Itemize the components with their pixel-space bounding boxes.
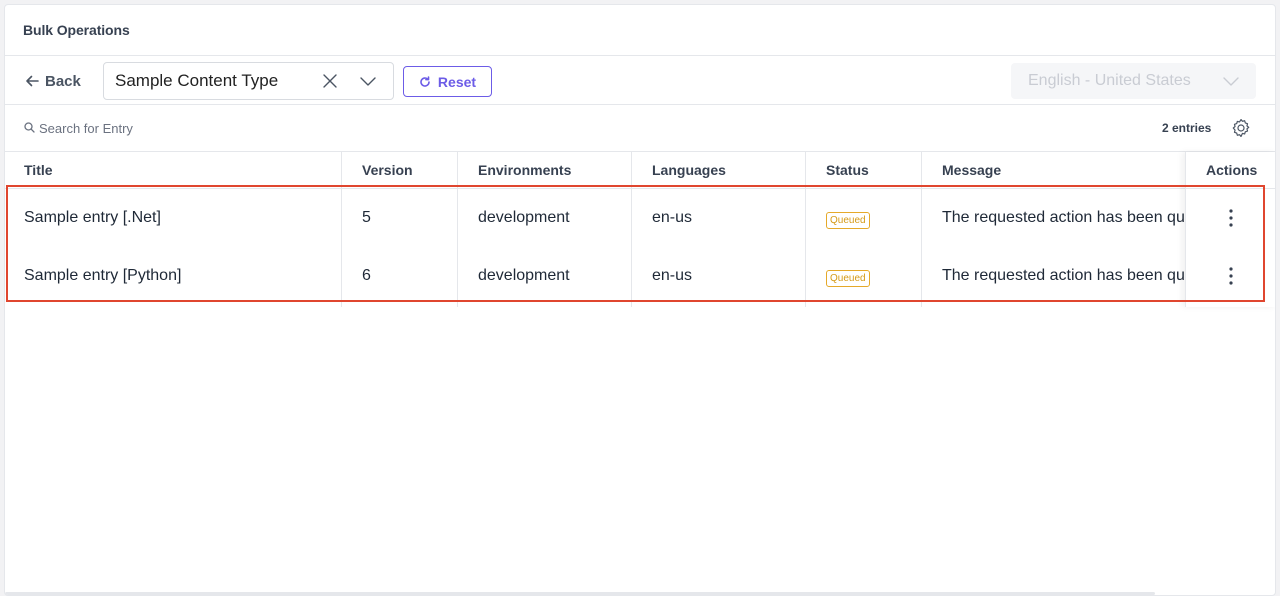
cell-title: Sample entry [.Net]	[24, 209, 161, 226]
column-header-title[interactable]: Title	[24, 152, 53, 188]
page-title: Bulk Operations	[23, 22, 130, 38]
table-row[interactable]: Sample entry [.Net] 5 development en-us …	[5, 189, 1275, 247]
cell-version: 6	[362, 267, 371, 284]
search-icon	[24, 122, 35, 133]
column-header-version[interactable]: Version	[362, 152, 413, 188]
language-value: English - United States	[1028, 72, 1191, 89]
chevron-down-icon[interactable]	[359, 72, 377, 90]
cell-title: Sample entry [Python]	[24, 267, 182, 284]
column-header-actions: Actions	[1206, 162, 1258, 178]
cell-environments: development	[478, 209, 570, 226]
content-type-select[interactable]: Sample Content Type	[103, 62, 394, 100]
gear-icon[interactable]	[1230, 117, 1252, 139]
reset-button-label: Reset	[437, 73, 477, 90]
table-header: Title Version Environments Languages Sta…	[5, 152, 1275, 189]
cell-languages: en-us	[652, 209, 693, 226]
more-vertical-icon[interactable]	[1221, 264, 1241, 288]
panel-header: Bulk Operations	[5, 5, 1275, 56]
column-header-message[interactable]: Message	[942, 152, 1001, 188]
content-type-value: Sample Content Type	[115, 71, 279, 90]
search-input[interactable]	[39, 118, 439, 138]
language-select[interactable]: English - United States	[1011, 63, 1256, 99]
horizontal-scrollbar[interactable]	[5, 592, 1155, 595]
cell-status: Queued	[826, 191, 870, 249]
cell-message: The requested action has been queued	[942, 267, 1185, 284]
arrow-left-icon	[26, 75, 39, 87]
reset-button[interactable]: Reset	[403, 66, 492, 97]
entries-count: 2 entries	[1162, 121, 1212, 135]
entries-table: Title Version Environments Languages Sta…	[5, 152, 1275, 307]
back-button[interactable]: Back	[25, 70, 81, 92]
cell-languages: en-us	[652, 267, 693, 284]
toolbar: Back Sample Content Type Reset English -…	[5, 56, 1275, 105]
refresh-icon	[420, 75, 430, 87]
cell-actions	[1221, 247, 1241, 305]
cell-message: The requested action has been queued	[942, 209, 1185, 226]
column-header-languages[interactable]: Languages	[652, 152, 726, 188]
status-badge: Queued	[826, 211, 870, 229]
search-bar: 2 entries	[5, 105, 1275, 152]
close-icon[interactable]	[321, 72, 339, 90]
back-button-label: Back	[45, 72, 81, 90]
bulk-operations-panel: Bulk Operations Back Sample Content Type…	[4, 4, 1276, 596]
chevron-down-icon	[1222, 72, 1240, 90]
cell-version: 5	[362, 209, 371, 226]
column-header-environments[interactable]: Environments	[478, 152, 571, 188]
cell-environments: development	[478, 267, 570, 284]
column-header-status[interactable]: Status	[826, 152, 869, 188]
table-row[interactable]: Sample entry [Python] 6 development en-u…	[5, 247, 1275, 305]
cell-status: Queued	[826, 249, 870, 307]
cell-actions	[1221, 189, 1241, 247]
status-badge: Queued	[826, 269, 870, 287]
more-vertical-icon[interactable]	[1221, 206, 1241, 230]
